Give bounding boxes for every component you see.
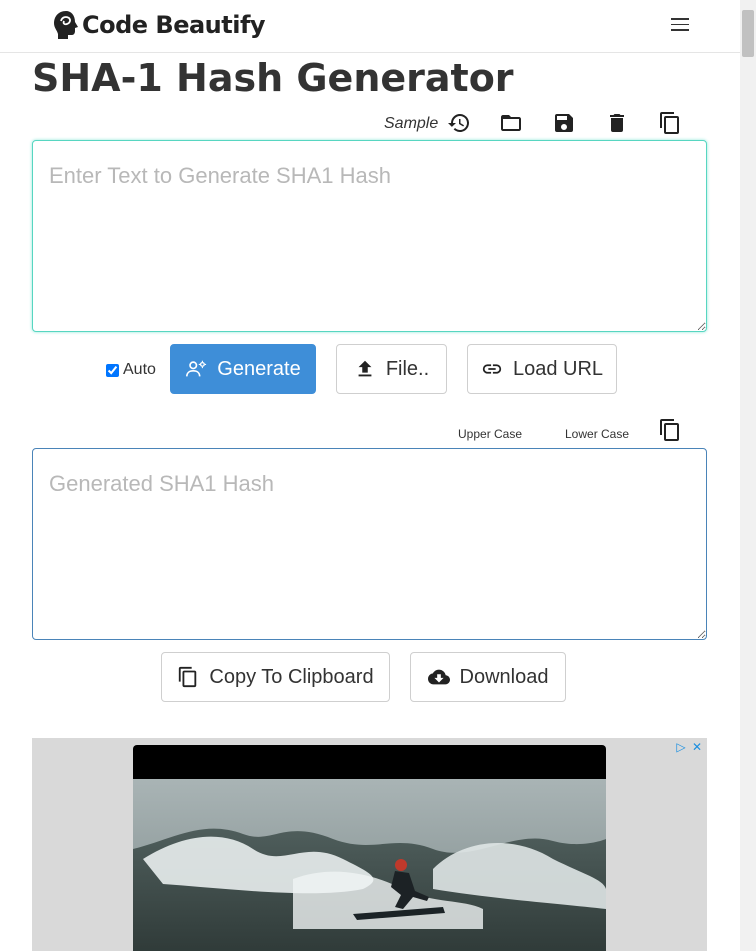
copy-to-clipboard-button[interactable]: Copy To Clipboard — [161, 652, 390, 702]
auto-label: Auto — [123, 361, 156, 378]
upper-case-link[interactable]: Upper Case — [458, 427, 522, 441]
history-icon[interactable] — [447, 111, 471, 135]
output-hash-area[interactable] — [32, 448, 707, 640]
copy-icon[interactable] — [658, 111, 682, 135]
download-button[interactable]: Download — [410, 652, 566, 702]
page-title: SHA-1 Hash Generator — [32, 56, 514, 100]
ad-video[interactable] — [133, 745, 606, 951]
generate-icon — [186, 360, 207, 377]
load-url-label: Load URL — [512, 357, 604, 380]
clipboard-icon — [179, 666, 197, 688]
page-scrollbar[interactable] — [740, 0, 756, 951]
logo-text: Code Beautify — [82, 11, 266, 39]
site-header: Code Beautify — [0, 0, 740, 53]
auto-checkbox[interactable]: Auto — [106, 361, 156, 379]
upload-icon — [358, 360, 372, 377]
ad-choices-icon[interactable]: ▷ — [674, 740, 688, 754]
hamburger-menu-icon[interactable] — [671, 18, 689, 32]
link-icon — [482, 364, 502, 374]
scrollbar-thumb[interactable] — [742, 10, 754, 57]
ad-corner-controls: ▷ ✕ — [674, 740, 704, 754]
generate-label: Generate — [217, 357, 301, 380]
lower-case-link[interactable]: Lower Case — [565, 427, 629, 441]
close-icon[interactable]: ✕ — [690, 740, 704, 754]
download-label: Download — [459, 665, 549, 688]
output-copy-icon[interactable] — [658, 418, 682, 442]
folder-open-icon[interactable] — [499, 111, 523, 135]
surfer-video-frame — [133, 779, 606, 951]
load-url-button[interactable]: Load URL — [467, 344, 617, 394]
save-icon[interactable] — [552, 111, 576, 135]
input-text-area[interactable] — [32, 140, 707, 332]
advertisement[interactable]: ▷ ✕ — [32, 738, 707, 951]
copy-label: Copy To Clipboard — [209, 665, 374, 688]
generate-button[interactable]: Generate — [170, 344, 316, 394]
brain-logo-icon — [54, 11, 78, 39]
file-label: File.. — [385, 357, 430, 380]
trash-icon[interactable] — [605, 111, 629, 135]
file-upload-button[interactable]: File.. — [336, 344, 447, 394]
cloud-download-icon — [427, 669, 450, 685]
site-logo[interactable]: Code Beautify — [52, 9, 266, 41]
auto-checkbox-input[interactable] — [106, 363, 119, 377]
sample-link[interactable]: Sample — [384, 115, 438, 133]
